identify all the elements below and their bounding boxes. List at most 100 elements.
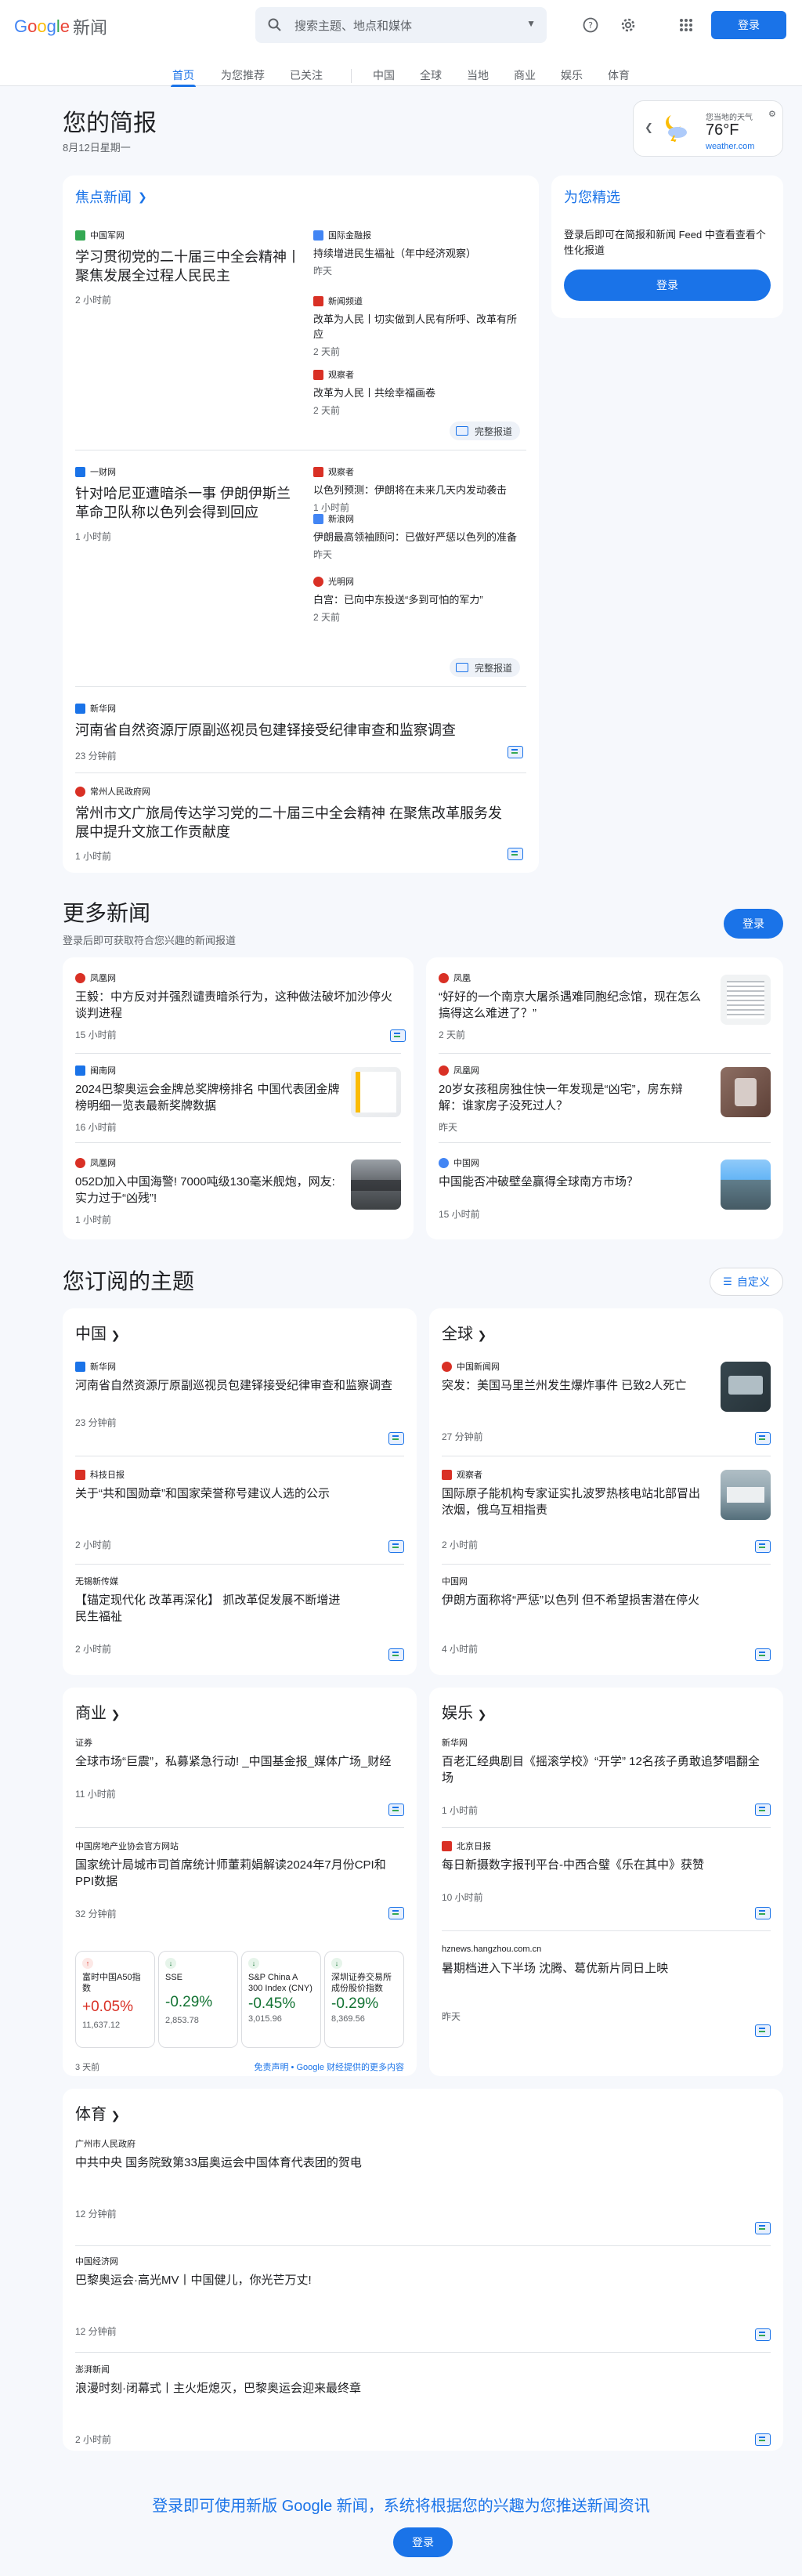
full-coverage-icon[interactable] (755, 1540, 771, 1553)
tab-entertainment[interactable]: 娱乐 (561, 67, 583, 83)
story-headline[interactable]: 国际原子能机构专家证实扎波罗热核电站北部冒出浓烟，俄乌互相指责 (442, 1485, 708, 1518)
weather-source-link[interactable]: weather.com (706, 142, 754, 151)
story-headline[interactable]: 王毅：中方反对并强烈谴责暗杀行为，这种做法破坏加沙停火谈判进程 (75, 989, 396, 1022)
google-news-logo[interactable]: Google 新闻 (14, 14, 107, 39)
market-index-card[interactable]: ↑ 富时中国A50指数 +0.05% 11,637.12 (75, 1951, 155, 2048)
news-item[interactable]: 中国网 中国能否冲破壁垒赢得全球南方市场？ 15 小时前 (439, 1156, 705, 1221)
story-headline[interactable]: 河南省自然资源厅原副巡视员包建铎接受纪律审查和监察调查 (75, 1377, 404, 1394)
story-thumbnail-image[interactable] (721, 1362, 771, 1412)
full-coverage-icon[interactable] (755, 1432, 771, 1445)
full-coverage-icon[interactable] (388, 1432, 404, 1445)
story-headline[interactable]: 伊朗最高领袖顾问：已做好严惩以色列的准备 (313, 530, 526, 545)
story-headline[interactable]: 白宫：已向中东投送“多到可怕的军力” (313, 592, 526, 607)
topic-story[interactable]: 北京日报 每日新摄数字报刊平台-中西合璧《乐在其中》获赞 10 小时前 (442, 1840, 771, 1904)
story-headline[interactable]: 20岁女孩租房独住快一年发现是“凶宅”，房东辩解：谁家房子没死过人？ (439, 1081, 705, 1114)
story-thumbnail-image[interactable] (721, 1160, 771, 1210)
story-headline[interactable]: 2024巴黎奥运会金牌总奖牌榜排名 中国代表团金牌榜明细一览表最新奖牌数据 (75, 1081, 341, 1114)
topic-story[interactable]: 新华网 百老汇经典剧目《摇滚学校》“开学” 12名孩子勇敢追梦唱翻全场 1 小时… (442, 1736, 771, 1817)
full-coverage-icon[interactable] (508, 848, 523, 860)
story-thumbnail-image[interactable] (721, 1067, 771, 1117)
more-news-login-button[interactable]: 登录 (724, 909, 783, 939)
story-headline[interactable]: 暑期档进入下半场 沈腾、葛优新片同日上映 (442, 1960, 771, 1977)
picks-login-button[interactable]: 登录 (564, 270, 771, 301)
topic-story[interactable]: hznews.hangzhou.com.cn 暑期档进入下半场 沈腾、葛优新片同… (442, 1943, 771, 2023)
tab-business[interactable]: 商业 (514, 67, 536, 83)
story-headline[interactable]: 【锚定现代化 改革再深化】 抓改革促发展不断增进民生福祉 (75, 1592, 341, 1625)
story-thumbnail-image[interactable] (721, 975, 771, 1025)
topic-story[interactable]: 证券 全球市场“巨震”，私募紧急行动! _中国基金报_媒体广场_财经 11 小时… (75, 1736, 404, 1800)
story-headline[interactable]: 突发：美国马里兰州发生爆炸事件 已致2人死亡 (442, 1377, 708, 1394)
disclaimer-link[interactable]: 免责声明 (255, 2063, 289, 2072)
weather-widget[interactable]: ❮ 您当地的天气 ⚙ 76°F weather.com (633, 100, 783, 157)
story-headline[interactable]: 中共中央 国务院致第33届奥运会中国体育代表团的贺电 (75, 2155, 749, 2171)
search-bar[interactable]: 搜索主题、地点和媒体 ▼ (255, 7, 547, 43)
story-headline[interactable]: 国家统计局城市司首席统计师董莉娟解读2024年7月份CPI和PPI数据 (75, 1857, 404, 1890)
story-headline[interactable]: 关于“共和国勋章”和国家荣誉称号建议人选的公示 (75, 1485, 404, 1502)
story-headline[interactable]: 常州市文广旅局传达学习党的二十届三中全会精神 在聚焦改革服务发展中提升文旅工作贡… (75, 804, 514, 841)
topic-story[interactable]: 中国网 伊朗方面称将“严惩”以色列 但不希望损害潜在停火 4 小时前 (442, 1575, 771, 1655)
full-coverage-icon[interactable] (755, 1804, 771, 1816)
story-headline[interactable]: 浪漫时刻·闭幕式丨主火炬熄灭，巴黎奥运会迎来最终章 (75, 2380, 749, 2397)
story-headline[interactable]: “好好的一个南京大屠杀遇难同胞纪念馆，现在怎么搞得这么难进了？” (439, 989, 705, 1022)
topic-heading-link[interactable]: 全球 ❯ (442, 1321, 486, 1344)
tab-china[interactable]: 中国 (373, 67, 395, 83)
tab-for-you[interactable]: 为您推荐 (221, 67, 265, 83)
full-coverage-icon[interactable] (755, 1907, 771, 1919)
chevron-left-icon[interactable]: ❮ (645, 121, 653, 134)
topic-story[interactable]: 科技日报 关于“共和国勋章”和国家荣誉称号建议人选的公示 2 小时前 (75, 1468, 404, 1551)
settings-gear-icon[interactable] (619, 16, 638, 34)
footer-login-button[interactable]: 登录 (393, 2527, 453, 2557)
news-item[interactable]: 凤凰网 王毅：中方反对并强烈谴责暗杀行为，这种做法破坏加沙停火谈判进程 15 小… (75, 971, 396, 1041)
story-headline[interactable]: 学习贯彻党的二十届三中全会精神丨聚焦发展全过程人民民主 (75, 248, 302, 285)
full-coverage-icon[interactable] (755, 2328, 771, 2341)
news-item[interactable]: 凤凰 “好好的一个南京大屠杀遇难同胞纪念馆，现在怎么搞得这么难进了？” 2 天前 (439, 971, 705, 1041)
full-coverage-button[interactable]: 完整报道 (450, 658, 521, 677)
story-headline[interactable]: 河南省自然资源厅原副巡视员包建铎接受纪律审查和监察调查 (75, 721, 514, 740)
tab-sports[interactable]: 体育 (608, 67, 630, 83)
full-coverage-icon[interactable] (388, 1540, 404, 1553)
market-index-card[interactable]: ↓ 深圳证券交易所成份股价指数 -0.29% 8,369.56 (324, 1951, 404, 2048)
chevron-down-icon[interactable]: ▼ (526, 18, 536, 29)
full-coverage-icon[interactable] (388, 1804, 404, 1816)
full-coverage-icon[interactable] (755, 2222, 771, 2234)
topic-heading-link[interactable]: 中国 ❯ (75, 1321, 120, 1344)
story-thumbnail-image[interactable] (351, 1160, 401, 1210)
story-headline[interactable]: 全球市场“巨震”，私募紧急行动! _中国基金报_媒体广场_财经 (75, 1753, 404, 1770)
full-coverage-icon[interactable] (508, 746, 523, 758)
story-headline[interactable]: 052D加入中国海警! 7000吨级130毫米舰炮，网友:实力过于“凶残”! (75, 1174, 341, 1207)
apps-grid-icon[interactable] (677, 16, 695, 34)
story-headline[interactable]: 持续增进民生福祉（年中经济观察） (313, 246, 526, 261)
search-icon[interactable] (266, 16, 284, 34)
weather-settings-icon[interactable]: ⚙ (768, 109, 776, 119)
related-story[interactable]: 观察者 以色列预测：伊朗将在未来几天内发动袭击 1 小时前 (313, 465, 526, 514)
full-coverage-icon[interactable] (755, 1648, 771, 1661)
story-item[interactable]: 新华网 河南省自然资源厅原副巡视员包建铎接受纪律审查和监察调查 23 分钟前 (75, 702, 514, 762)
related-story[interactable]: 观察者 改革为人民丨共绘幸福画卷 2 天前 (313, 368, 526, 417)
tab-local[interactable]: 当地 (467, 67, 489, 83)
topic-story[interactable]: 中国经济网 巴黎奥运会·高光MV丨中国健儿，你光芒万丈! 12 分钟前 (75, 2255, 749, 2338)
full-coverage-icon[interactable] (755, 2433, 771, 2446)
story-item[interactable]: 常州人民政府网 常州市文广旅局传达学习党的二十届三中全会精神 在聚焦改革服务发展… (75, 785, 514, 863)
full-coverage-button[interactable]: 完整报道 (450, 421, 521, 440)
story-main[interactable]: 一财网 针对哈尼亚遭暗杀一事 伊朗伊斯兰革命卫队称以色列会得到回应 1 小时前 (75, 465, 302, 543)
story-headline[interactable]: 中国能否冲破壁垒赢得全球南方市场？ (439, 1174, 705, 1190)
news-item[interactable]: 凤凰网 052D加入中国海警! 7000吨级130毫米舰炮，网友:实力过于“凶残… (75, 1156, 341, 1226)
story-headline[interactable]: 百老汇经典剧目《摇滚学校》“开学” 12名孩子勇敢追梦唱翻全场 (442, 1753, 771, 1786)
story-headline[interactable]: 针对哈尼亚遭暗杀一事 伊朗伊斯兰革命卫队称以色列会得到回应 (75, 484, 302, 522)
story-headline[interactable]: 伊朗方面称将“严惩”以色列 但不希望损害潜在停火 (442, 1592, 771, 1608)
customize-button[interactable]: ☰ 自定义 (710, 1268, 783, 1296)
tab-world[interactable]: 全球 (420, 67, 442, 83)
story-main[interactable]: 中国军网 学习贯彻党的二十届三中全会精神丨聚焦发展全过程人民民主 2 小时前 (75, 229, 302, 306)
story-headline[interactable]: 改革为人民丨共绘幸福画卷 (313, 385, 526, 400)
top-stories-heading-link[interactable]: 焦点新闻 ❯ (75, 186, 147, 207)
market-index-card[interactable]: ↓ SSE -0.29% 2,853.78 (158, 1951, 238, 2048)
topic-story[interactable]: 观察者 国际原子能机构专家证实扎波罗热核电站北部冒出浓烟，俄乌互相指责 2 小时… (442, 1468, 708, 1551)
story-headline[interactable]: 巴黎奥运会·高光MV丨中国健儿，你光芒万丈! (75, 2272, 749, 2288)
topic-story[interactable]: 新华网 河南省自然资源厅原副巡视员包建铎接受纪律审查和监察调查 23 分钟前 (75, 1360, 404, 1429)
news-item[interactable]: 闽南网 2024巴黎奥运会金牌总奖牌榜排名 中国代表团金牌榜明细一览表最新奖牌数… (75, 1064, 341, 1134)
header-login-button[interactable]: 登录 (711, 11, 786, 39)
story-headline[interactable]: 改革为人民丨切实做到人民有所呼、改革有所应 (313, 312, 526, 342)
related-story[interactable]: 新闻频道 改革为人民丨切实做到人民有所呼、改革有所应 2 天前 (313, 295, 526, 358)
full-coverage-icon[interactable] (388, 1907, 404, 1919)
full-coverage-icon[interactable] (388, 1648, 404, 1661)
